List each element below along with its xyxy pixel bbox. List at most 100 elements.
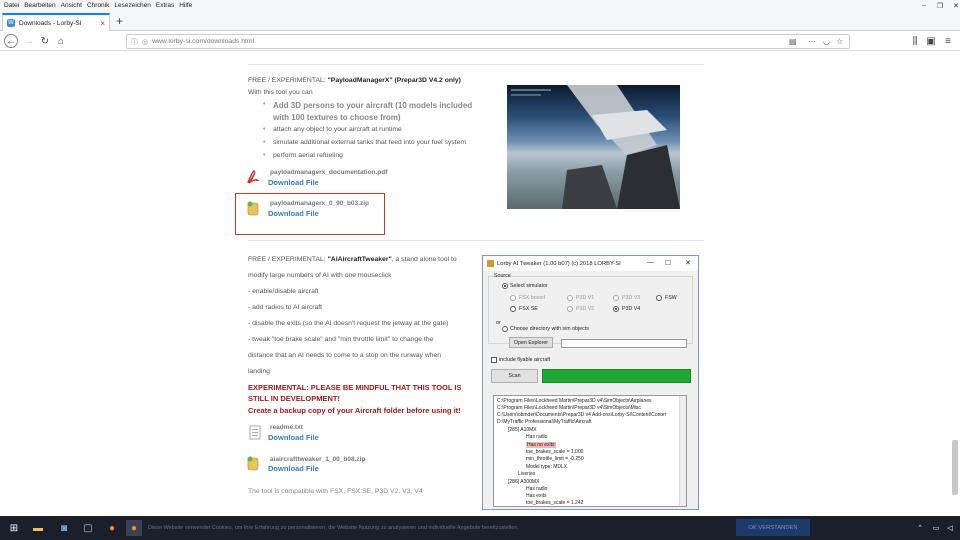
menu-lesezeichen[interactable]: Lesezeichen: [114, 2, 151, 9]
url-bar[interactable]: ⓘ ◎ www.lorby-si.com/downloads.html ▤ ··…: [126, 34, 850, 49]
menu-datei[interactable]: Datei: [4, 2, 19, 9]
tree-scrollbar: [679, 396, 686, 506]
windows-start-icon[interactable]: ⊞: [6, 520, 22, 536]
download-link[interactable]: Download File: [268, 464, 319, 473]
download-link[interactable]: Download File: [268, 178, 319, 187]
back-icon[interactable]: ←: [4, 34, 18, 48]
divider: [248, 240, 704, 241]
sim-label: P3D V3: [622, 295, 641, 301]
radio-choose-directory: [502, 326, 508, 332]
radio-select-simulator: [502, 283, 508, 289]
app-icon: [487, 260, 494, 267]
pdf-file-icon: [247, 170, 259, 184]
sim-label: P3D V4: [622, 306, 641, 312]
tree-node: Has radio: [526, 486, 548, 492]
radio-fsw: [656, 295, 662, 301]
tray-chevron-icon[interactable]: ⌃: [912, 520, 928, 536]
include-flyable-label: include flyable aircraft: [499, 357, 551, 363]
pocket-icon[interactable]: ◡: [823, 37, 830, 46]
payloadmanager-screenshot: [507, 85, 680, 209]
app-titlebar: Lorby AI Tweaker (1.00 b07) (c) 2018 LOR…: [483, 256, 698, 271]
select-sim-label: Select simulator: [510, 283, 548, 289]
tree-node: C:\Program Files\Lockheed Martin\Prepar3…: [497, 398, 652, 404]
radio-p3d-v3: [613, 295, 619, 301]
menu-hamburger-icon[interactable]: ≡: [941, 34, 955, 48]
firefox-active-icon[interactable]: ●: [126, 520, 142, 536]
divider: [248, 64, 704, 65]
download-link[interactable]: Download File: [268, 209, 319, 218]
tree-node-highlight: Has no exits: [526, 442, 556, 448]
tray-volume-icon[interactable]: ◁: [942, 520, 958, 536]
sidebar-icon[interactable]: ▣: [924, 34, 938, 48]
firefox-icon[interactable]: ●: [104, 520, 120, 536]
page-actions-icon[interactable]: ···: [808, 37, 816, 46]
page-scrollbar-thumb[interactable]: [952, 440, 958, 495]
home-icon[interactable]: ⌂: [54, 34, 68, 48]
cookie-ok-button[interactable]: OK VERSTANDEN: [736, 519, 810, 536]
bullet-item: attach any object to your aircraft at ru…: [263, 126, 402, 133]
warning-text: EXPERIMENTAL: PLEASE BE MINDFUL THAT THI…: [248, 383, 462, 392]
file-name: aiaircrafttweaker_1_00_b08.zip: [270, 456, 366, 463]
tree-node: [285] A10MX: [508, 427, 537, 433]
source-label: Source: [494, 273, 511, 279]
warning-text: STILL IN DEVELOPMENT!: [248, 394, 340, 403]
tab-close-icon[interactable]: ×: [100, 19, 105, 28]
tree-node: toe_brakes_scale = 1.000: [526, 449, 584, 455]
new-tab-button[interactable]: +: [116, 14, 123, 28]
download-link[interactable]: Download File: [268, 433, 319, 442]
bookmark-star-icon[interactable]: ☆: [836, 37, 843, 46]
bullet-item: perform aerial refueling: [263, 152, 343, 159]
app-minimize-icon: —: [647, 259, 654, 266]
site-favicon-icon: W: [7, 19, 15, 27]
app-icon[interactable]: ◙: [56, 520, 72, 536]
menu-ansicht[interactable]: Ansicht: [61, 2, 82, 9]
taskbar: ⊞ ▬ ◙ ▢ ● ● Diese Website verwendet Cook…: [0, 516, 960, 540]
reader-view-icon[interactable]: ▤: [789, 37, 797, 46]
app-icon[interactable]: ▢: [80, 520, 96, 536]
compat-text: The tool is compatible with FSX, FSX:SE,…: [248, 488, 423, 495]
payload-intro: With this tool you can: [248, 89, 313, 96]
library-icon[interactable]: ⫼: [908, 34, 922, 48]
tweaker-text: - disable the exits (so the AI doesn't r…: [248, 320, 449, 327]
window-close-button[interactable]: ✕: [944, 0, 960, 11]
radio-p3d-v2: [567, 306, 573, 312]
reload-icon[interactable]: ↻: [38, 34, 52, 48]
payload-heading: FREE / EXPERIMENTAL: "PayloadManagerX" (…: [248, 77, 461, 84]
tweaker-text: modify large numbers of AI with one mous…: [248, 272, 392, 279]
tweaker-text: landing: [248, 368, 270, 375]
menu-hilfe[interactable]: Hilfe: [179, 2, 192, 9]
forward-icon[interactable]: →: [22, 34, 36, 48]
app-title: Lorby AI Tweaker (1.00 b07) (c) 2018 LOR…: [497, 260, 621, 267]
app-maximize-icon: ☐: [665, 260, 672, 267]
info-icon[interactable]: ⓘ: [131, 37, 138, 47]
menu-bearbeiten[interactable]: Bearbeiten: [24, 2, 55, 9]
tree-node: Model type: MDLX: [526, 464, 568, 470]
file-explorer-icon[interactable]: ▬: [30, 520, 46, 536]
tree-node: D:\MyTraffic Professional\MyTraffic\Airc…: [497, 419, 592, 425]
menu-chronik[interactable]: Chronik: [87, 2, 109, 9]
tab-strip: W Downloads - Lorby-SI × +: [0, 11, 960, 31]
url-text: www.lorby-si.com/downloads.html: [152, 38, 255, 45]
tab-downloads[interactable]: W Downloads - Lorby-SI ×: [2, 13, 110, 31]
sim-label: FSX SE: [519, 306, 538, 312]
tab-title: Downloads - Lorby-SI: [19, 19, 82, 27]
menu-extras[interactable]: Extras: [156, 2, 174, 9]
app-close-icon: ✕: [685, 260, 691, 267]
tree-node: C:\Users\obmder\Documents\Prepar3D v4 Ad…: [497, 412, 667, 418]
or-label: or: [496, 320, 501, 326]
tweaker-heading: FREE / EXPERIMENTAL: "AiAircraftTweaker"…: [248, 256, 457, 263]
choose-dir-label: Choose directory with sim objects: [510, 326, 589, 332]
directory-field: [561, 339, 687, 348]
tree-node: toe_brakes_scale = 1.242: [526, 500, 584, 506]
menu-bar: Datei Bearbeiten Ansicht Chronik Lesezei…: [0, 0, 960, 11]
tree-node: Liveries: [518, 471, 536, 477]
radio-p3d-v1: [567, 295, 573, 301]
file-name: payloadmanagerx_0_90_b03.zip: [270, 200, 369, 207]
tree-node: Has exits: [526, 493, 547, 499]
radio-fsx-boxed: [510, 295, 516, 301]
sim-label: FSX boxed: [519, 295, 546, 301]
scan-progress-bar: [542, 369, 691, 383]
warning-text: Create a backup copy of your Aircraft fo…: [248, 406, 461, 415]
tree-node: Has radio: [526, 434, 548, 440]
tweaker-text: - add radios to AI aircraft: [248, 304, 323, 311]
